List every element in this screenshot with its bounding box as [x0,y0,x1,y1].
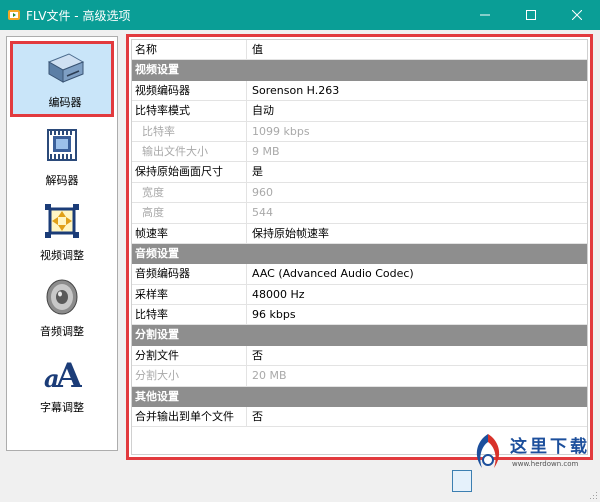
property-value: 544 [252,206,273,220]
property-row-height: 高度 544 [132,203,587,224]
category-row-video[interactable]: 视频设置 [132,60,587,81]
minimize-icon [480,14,490,16]
decoder-chip-icon [47,129,77,161]
nav-item-video-adjust[interactable]: 视频调整 [10,197,114,273]
property-name: 音频编码器 [132,264,247,284]
property-grid-frame: 名称 值 视频设置 视频编码器 Sorenson H.263 比特率模式 自动 … [126,34,593,460]
nav-item-decoder[interactable]: 解码器 [10,122,114,198]
property-name: 宽度 [132,182,247,203]
category-label: 音频设置 [135,246,179,260]
property-name: 分割大小 [132,366,247,386]
subtitle-text-icon: a A [44,356,82,393]
watermark-logo-icon [476,434,500,468]
minimize-button[interactable] [462,0,508,30]
property-row-keep-size[interactable]: 保持原始画面尺寸 是 [132,162,587,183]
property-name: 高度 [132,203,247,223]
app-logo-icon [8,10,20,20]
nav-item-audio-adjust[interactable]: 音频调整 [10,273,114,349]
nav-label-decoder: 解码器 [45,174,79,187]
nav-item-subtitle-adjust[interactable]: a A 字幕调整 [10,349,114,425]
maximize-icon [526,10,536,20]
property-name: 采样率 [132,284,247,305]
category-label: 分割设置 [135,328,179,342]
video-adjust-icon [45,204,79,238]
property-value: 960 [252,185,273,199]
property-value[interactable]: 96 kbps [248,305,587,324]
property-name: 比特率 [132,305,247,325]
property-row-video-encoder[interactable]: 视频编码器 Sorenson H.263 [132,80,587,102]
property-row-output-size: 输出文件大小 9 MB [132,141,587,163]
nav-label-encoder: 编码器 [48,96,82,109]
property-value: 1099 kbps [252,124,310,138]
property-row-bitrate: 比特率 1099 kbps [132,121,587,142]
property-value[interactable]: AAC (Advanced Audio Codec) [248,264,587,283]
watermark-text: 这里下载 [510,437,590,457]
property-value[interactable]: 是 [248,162,587,181]
property-value[interactable]: Sorenson H.263 [248,81,587,100]
property-name: 比特率 [132,121,247,141]
nav-item-encoder[interactable]: 编码器 [10,41,114,117]
category-row-audio[interactable]: 音频设置 [132,243,587,265]
maximize-button[interactable] [508,0,554,30]
property-value[interactable]: 48000 Hz [248,285,587,304]
property-row-width: 宽度 960 [132,182,587,204]
nav-label-video-adjust: 视频调整 [40,249,84,262]
grid-header-row: 名称 值 [132,40,587,61]
category-label: 其他设置 [135,389,179,403]
property-value[interactable]: 否 [248,346,587,365]
property-row-split-file[interactable]: 分割文件 否 [132,345,587,367]
property-name: 帧速率 [132,223,247,243]
property-grid[interactable]: 名称 值 视频设置 视频编码器 Sorenson H.263 比特率模式 自动 … [131,39,588,455]
property-value[interactable]: 保持原始帧速率 [248,224,587,243]
column-header-name: 名称 [132,40,247,60]
title-bar[interactable]: FLV文件 - 高级选项 [0,0,600,30]
property-value[interactable]: 自动 [248,101,587,120]
property-row-bitrate-mode[interactable]: 比特率模式 自动 [132,101,587,122]
watermark-url: www.herdown.com [512,460,579,468]
nav-label-audio-adjust: 音频调整 [40,325,84,338]
property-row-sample-rate[interactable]: 采样率 48000 Hz [132,284,587,306]
category-row-other[interactable]: 其他设置 [132,386,587,408]
site-watermark: 这里下载 www.herdown.com [462,424,600,502]
category-label: 视频设置 [135,63,179,77]
speaker-icon [46,279,78,315]
close-icon [572,10,582,20]
column-header-value: 值 [252,43,263,56]
property-name: 合并输出到单个文件 [132,407,247,427]
close-button[interactable] [554,0,600,30]
property-row-audio-bitrate[interactable]: 比特率 96 kbps [132,305,587,326]
property-row-audio-encoder[interactable]: 音频编码器 AAC (Advanced Audio Codec) [132,264,587,285]
category-row-split[interactable]: 分割设置 [132,325,587,346]
property-value: 20 MB [252,369,287,383]
property-name: 输出文件大小 [132,141,247,162]
property-value: 9 MB [252,144,280,158]
property-name: 视频编码器 [132,80,247,101]
category-sidebar: 编码器 解码器 视频调整 音频调整 a A 字幕调整 [6,36,118,451]
encoder-box-icon [47,53,85,83]
svg-text:A: A [55,356,82,393]
window-title: FLV文件 - 高级选项 [26,9,131,23]
nav-label-subtitle-adjust: 字幕调整 [40,401,84,414]
property-name: 保持原始画面尺寸 [132,162,247,182]
property-name: 比特率模式 [132,101,247,121]
property-row-frame-rate[interactable]: 帧速率 保持原始帧速率 [132,223,587,244]
property-row-split-size: 分割大小 20 MB [132,366,587,387]
property-name: 分割文件 [132,345,247,366]
